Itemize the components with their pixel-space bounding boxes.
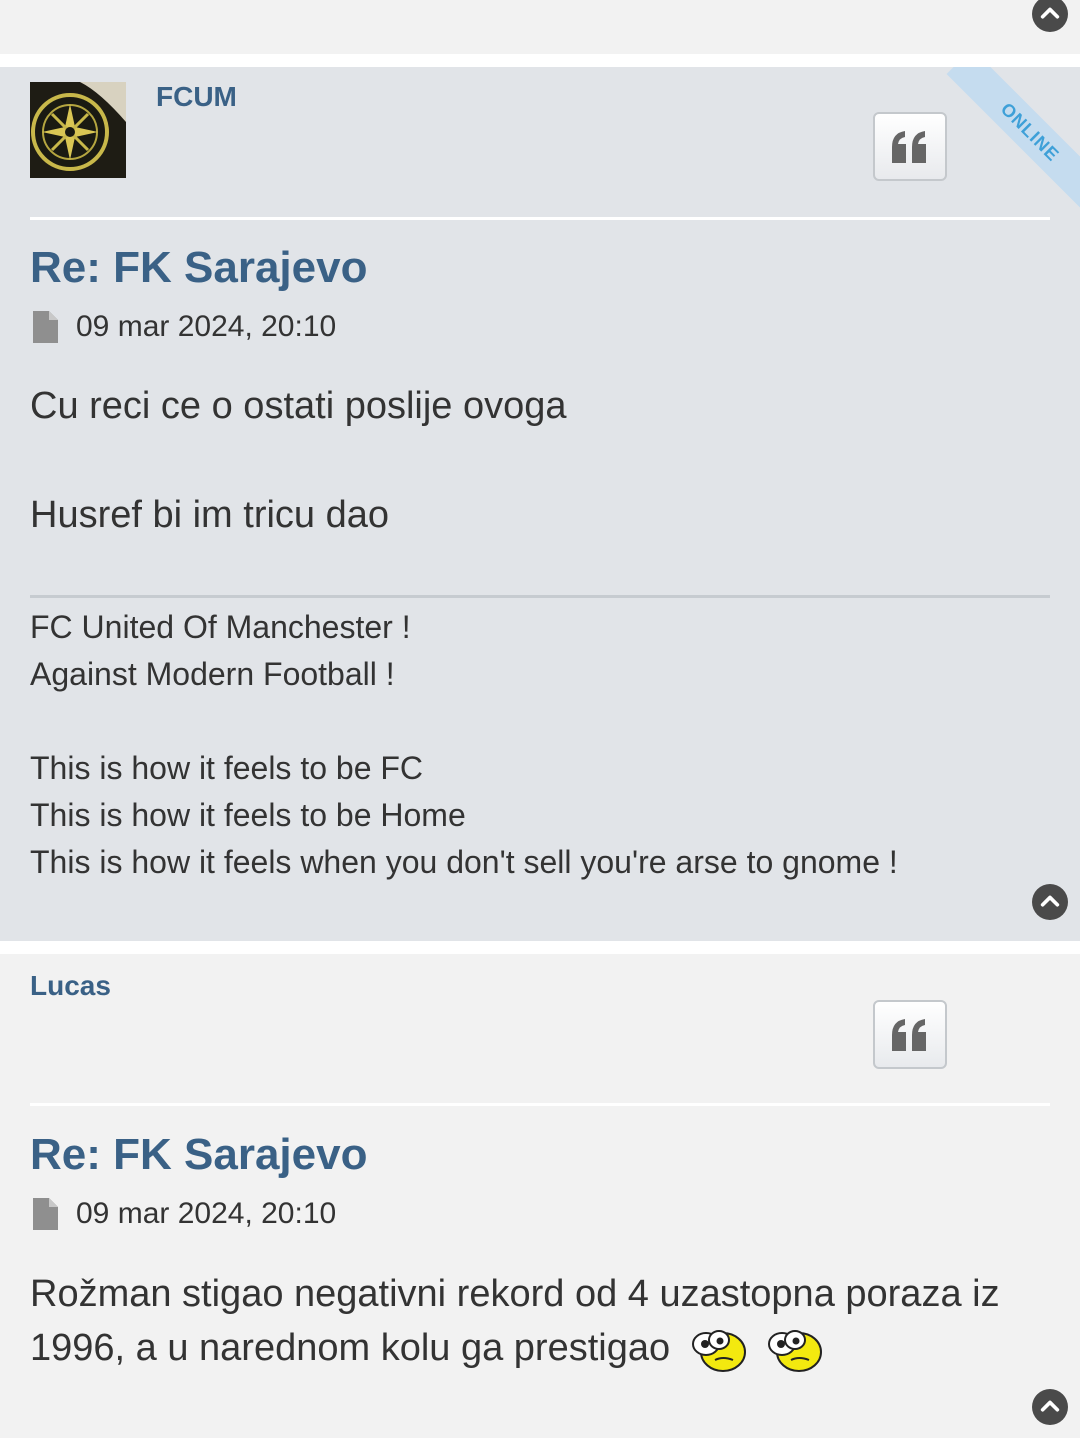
chevron-up-icon <box>1040 7 1060 19</box>
signature-line: This is how it feels to be Home <box>30 797 466 833</box>
content-line: Cu reci ce o ostati poslije ovoga <box>30 385 567 427</box>
quote-icon <box>892 130 926 163</box>
content-line: Husref bi im tricu dao <box>30 494 390 536</box>
signature-line: FC United Of Manchester ! <box>30 609 411 645</box>
signature-line <box>30 698 1050 745</box>
post-content: Cu reci ce o ostati poslije ovoga Husref… <box>30 379 1040 542</box>
post-author[interactable]: FCUM <box>156 81 237 113</box>
back-to-top-button[interactable] <box>1032 0 1068 32</box>
signature-line: This is how it feels to be FC <box>30 750 424 786</box>
quote-icon <box>892 1018 926 1051</box>
post-date: 09 mar 2024, 20:10 <box>76 1197 337 1230</box>
post-meta: 09 mar 2024, 20:10 <box>30 310 336 344</box>
chevron-up-icon <box>1040 895 1060 907</box>
avatar[interactable] <box>30 82 126 178</box>
wacko-smiley-icon <box>768 1329 823 1372</box>
post-title[interactable]: Re: FK Sarajevo <box>30 1130 367 1180</box>
signature-divider <box>30 595 1050 598</box>
file-icon[interactable] <box>30 1197 60 1231</box>
post-author[interactable]: Lucas <box>30 970 111 1002</box>
stone-island-badge-icon <box>30 82 126 178</box>
chevron-up-icon <box>1040 1400 1060 1412</box>
signature: FC United Of Manchester ! Against Modern… <box>30 604 1050 886</box>
previous-post-bottom <box>0 0 1080 54</box>
post-date: 09 mar 2024, 20:10 <box>76 310 337 343</box>
quote-button[interactable] <box>873 1000 947 1069</box>
back-to-top-button[interactable] <box>1032 1389 1068 1425</box>
signature-line: This is how it feels when you don't sell… <box>30 844 898 880</box>
signature-line: Against Modern Football ! <box>30 656 395 692</box>
post-title[interactable]: Re: FK Sarajevo <box>30 243 367 293</box>
quote-button[interactable] <box>873 112 947 181</box>
post-meta: 09 mar 2024, 20:10 <box>30 1197 336 1231</box>
post-content: Rožman stigao negativni rekord od 4 uzas… <box>30 1267 1040 1375</box>
back-to-top-button[interactable] <box>1032 884 1068 920</box>
post-divider <box>30 217 1050 220</box>
content-text: Rožman stigao negativni rekord od 4 uzas… <box>30 1273 1000 1369</box>
file-icon[interactable] <box>30 310 60 344</box>
online-badge: ONLINE <box>946 67 1080 216</box>
wacko-smiley-icon <box>691 1329 746 1372</box>
post: Lucas Re: FK Sarajevo 09 mar 2024, 20:10… <box>0 954 1080 1438</box>
post: FCUM ONLINE Re: FK Sarajevo 09 mar 2024,… <box>0 67 1080 941</box>
post-divider <box>30 1103 1050 1106</box>
